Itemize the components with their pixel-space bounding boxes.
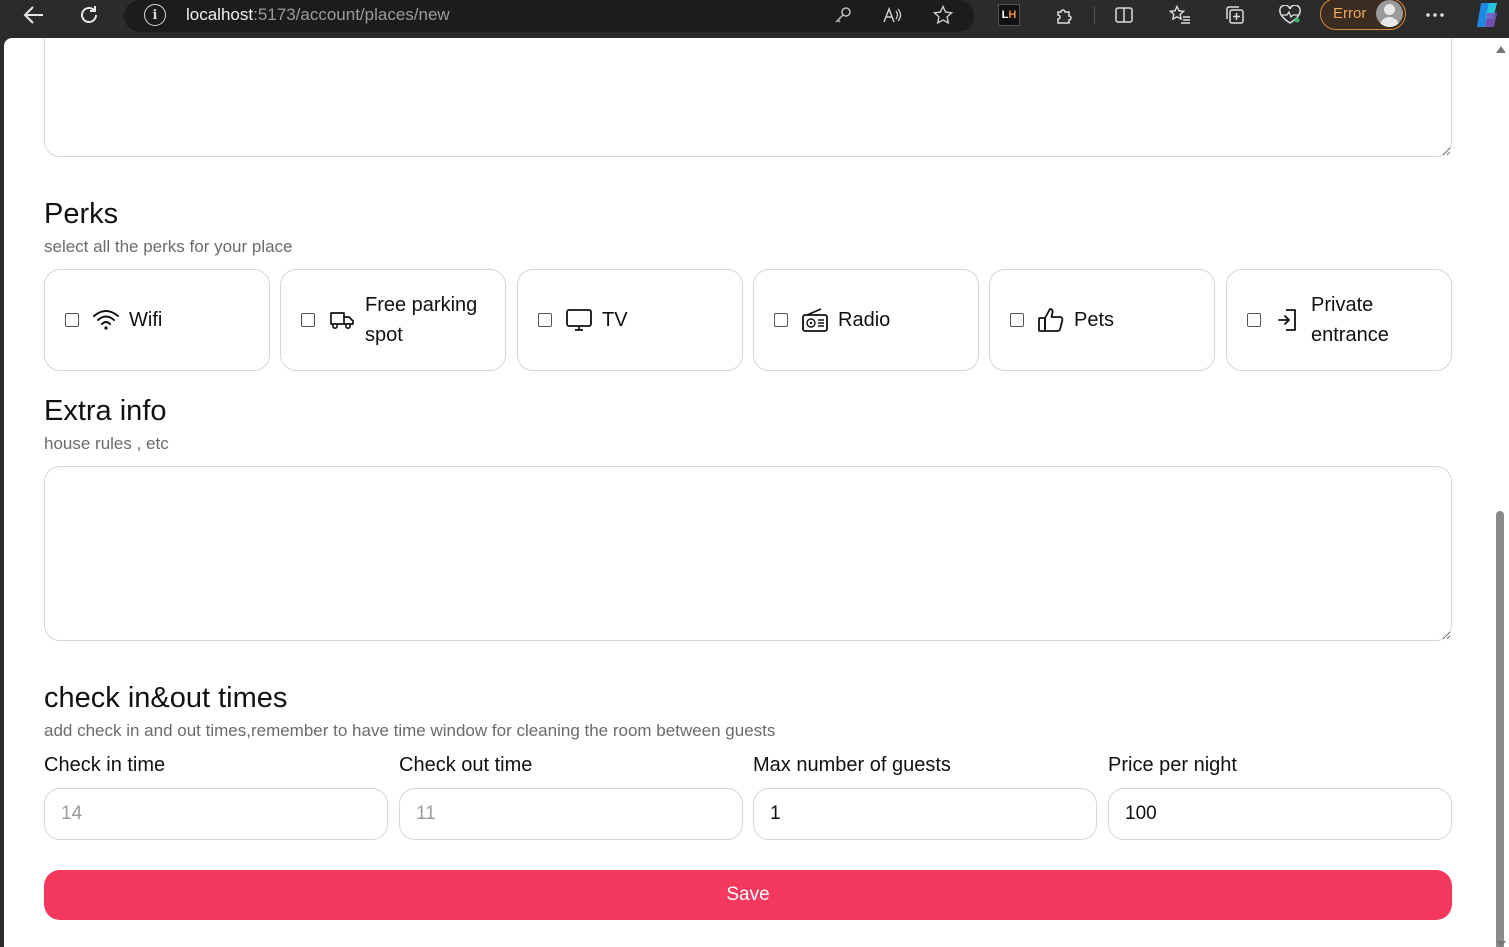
check-in-input[interactable] xyxy=(45,789,387,839)
times-title: check in&out times xyxy=(44,682,288,714)
perk-checkbox[interactable] xyxy=(65,313,79,327)
profile-status-text: Error xyxy=(1333,5,1367,22)
check-out-input[interactable] xyxy=(400,789,742,839)
check-out-field: Check out time xyxy=(399,754,743,840)
read-aloud-icon[interactable] xyxy=(882,4,904,26)
address-url[interactable]: localhost:5173/account/places/new xyxy=(186,5,450,25)
perks-title: Perks xyxy=(44,198,119,230)
perk-label: Wifi xyxy=(129,309,163,331)
url-path: :5173/account/places/new xyxy=(253,5,450,24)
reload-icon xyxy=(81,6,97,23)
save-button[interactable]: Save xyxy=(44,870,1452,920)
site-info-icon[interactable]: i xyxy=(144,4,166,26)
extension-badge-right: H xyxy=(1008,9,1017,21)
browser-toolbar: i localhost:5173/account/places/new LH E… xyxy=(0,0,1509,38)
max-guests-field: Max number of guests xyxy=(753,754,1097,840)
price-label: Price per night xyxy=(1108,754,1237,776)
perk-label: Free parking spot xyxy=(365,294,478,346)
wifi-icon xyxy=(91,305,121,335)
check-in-label: Check in time xyxy=(44,754,166,776)
scroll-down-arrow-icon[interactable] xyxy=(1496,941,1506,947)
truck-icon xyxy=(327,305,357,335)
reload-button[interactable] xyxy=(71,0,107,30)
page-viewport: Perks select all the perks for your plac… xyxy=(4,38,1493,947)
perks-grid: Wifi Free parking spot TV Radio Pets Pri… xyxy=(44,269,1452,371)
check-out-input-box xyxy=(399,788,743,840)
extension-badge-left: L xyxy=(1001,9,1009,21)
page-scrollbar[interactable] xyxy=(1493,38,1509,947)
perk-label: Pets xyxy=(1074,309,1115,331)
perk-radio[interactable]: Radio xyxy=(753,269,979,371)
times-subtitle: add check in and out times,remember to h… xyxy=(44,721,776,740)
price-input-box xyxy=(1108,788,1452,840)
price-input[interactable] xyxy=(1109,789,1451,839)
favorites-list-icon[interactable] xyxy=(1166,2,1194,28)
extensions-puzzle-icon[interactable] xyxy=(1051,2,1079,28)
perk-free-parking[interactable]: Free parking spot xyxy=(280,269,506,371)
lighthouse-extension-icon[interactable]: LH xyxy=(998,4,1020,26)
check-in-field: Check in time xyxy=(44,754,388,840)
back-button[interactable] xyxy=(16,0,52,30)
thumbs-up-icon xyxy=(1036,305,1066,335)
extra-info-textarea[interactable] xyxy=(44,466,1452,641)
perk-wifi[interactable]: Wifi xyxy=(44,269,270,371)
entrance-icon xyxy=(1273,305,1303,335)
description-textarea[interactable] xyxy=(44,38,1452,157)
toolbar-divider xyxy=(1094,6,1095,24)
check-out-label: Check out time xyxy=(399,754,533,776)
check-in-input-box xyxy=(44,788,388,840)
back-arrow-icon xyxy=(23,6,43,24)
price-field: Price per night xyxy=(1108,754,1452,840)
perk-checkbox[interactable] xyxy=(774,313,788,327)
perk-checkbox[interactable] xyxy=(1247,313,1261,327)
tv-icon xyxy=(564,305,594,335)
radio-icon xyxy=(800,305,830,335)
perk-private-entrance[interactable]: Private entrance xyxy=(1226,269,1452,371)
perk-tv[interactable]: TV xyxy=(517,269,743,371)
copilot-icon[interactable] xyxy=(1473,1,1503,29)
perk-checkbox[interactable] xyxy=(538,313,552,327)
url-host: localhost xyxy=(186,5,254,24)
perk-checkbox[interactable] xyxy=(301,313,315,327)
favorite-star-icon[interactable] xyxy=(932,4,954,26)
browser-essentials-heart-icon[interactable] xyxy=(1276,2,1304,28)
collections-icon[interactable] xyxy=(1221,2,1249,28)
key-icon[interactable] xyxy=(832,4,854,26)
perk-label: TV xyxy=(602,309,628,331)
perk-label: Radio xyxy=(838,309,891,331)
profile-avatar-icon xyxy=(1376,0,1403,27)
perk-label: Private entrance xyxy=(1311,294,1389,346)
extra-info-subtitle: house rules , etc xyxy=(44,434,169,453)
split-screen-icon[interactable] xyxy=(1110,2,1138,28)
perks-subtitle: select all the perks for your place xyxy=(44,237,293,256)
more-menu-icon[interactable] xyxy=(1421,2,1449,28)
max-guests-input[interactable] xyxy=(754,789,1096,839)
max-guests-label: Max number of guests xyxy=(753,754,951,776)
extra-info-title: Extra info xyxy=(44,395,167,427)
perk-pets[interactable]: Pets xyxy=(989,269,1215,371)
max-guests-input-box xyxy=(753,788,1097,840)
address-bar[interactable]: i localhost:5173/account/places/new xyxy=(124,0,974,32)
profile-error-button[interactable]: Error xyxy=(1320,0,1406,30)
scrollbar-thumb[interactable] xyxy=(1496,511,1504,947)
perk-checkbox[interactable] xyxy=(1010,313,1024,327)
scroll-up-arrow-icon[interactable] xyxy=(1496,46,1506,53)
